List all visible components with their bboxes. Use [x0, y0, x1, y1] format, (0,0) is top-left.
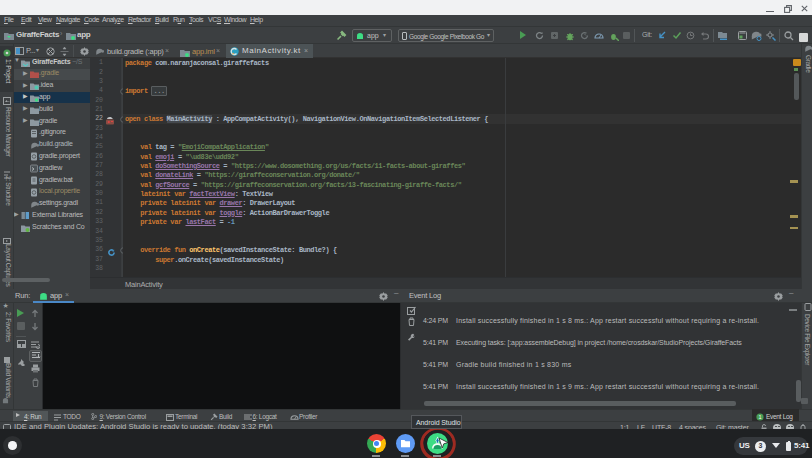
svg-text:1: 1 [758, 414, 761, 420]
